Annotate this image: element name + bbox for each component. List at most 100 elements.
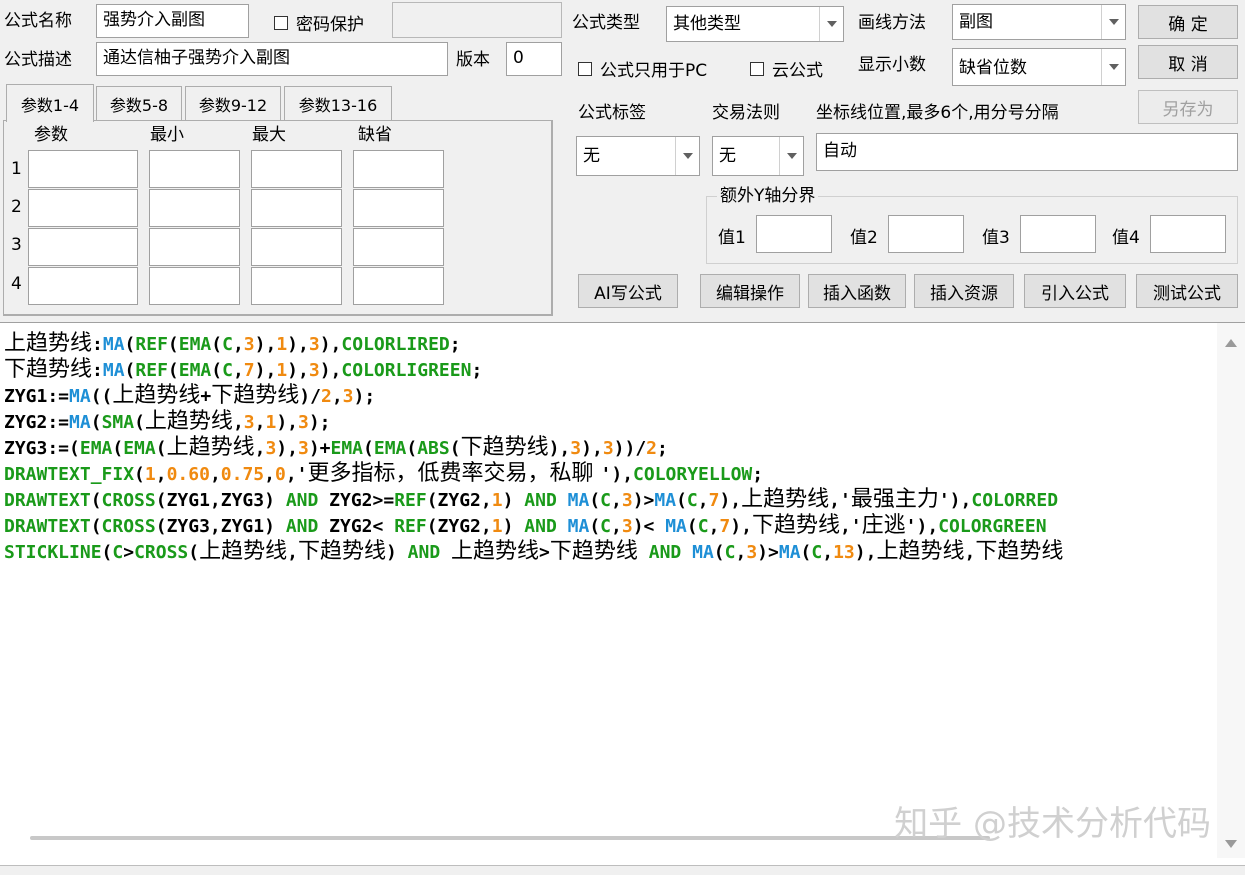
tab-params-1-4[interactable]: 参数1-4 — [6, 84, 94, 122]
code-token: MA — [654, 490, 677, 511]
scroll-down-icon[interactable] — [1225, 840, 1237, 848]
code-token: ( — [800, 542, 812, 563]
code-token: 0 — [274, 464, 286, 485]
param-4-max-input[interactable] — [251, 267, 342, 305]
param-3-name-input[interactable] — [28, 228, 138, 266]
code-line[interactable]: ZYG3:=(EMA(EMA(上趋势线,3),3)+EMA(EMA(ABS(下趋… — [4, 435, 1214, 461]
param-4-min-input[interactable] — [149, 267, 240, 305]
code-token: ZYG2, — [437, 516, 492, 537]
draw-method-select[interactable]: 副图 — [952, 4, 1126, 40]
code-token: ZYG1:= — [4, 386, 70, 407]
y-value-2-input[interactable] — [888, 215, 964, 253]
code-line[interactable]: STICKLINE(C>CROSS(上趋势线,下趋势线) AND 上趋势线>下趋… — [4, 539, 1214, 565]
param-4-name-input[interactable] — [28, 267, 138, 305]
param-3-max-input[interactable] — [251, 228, 342, 266]
code-token: ), — [276, 438, 298, 459]
code-token: + — [200, 386, 212, 407]
code-line[interactable]: ZYG2:=MA(SMA(上趋势线,3,1),3); — [4, 409, 1214, 435]
formula-type-dropdown-arrow[interactable] — [819, 7, 843, 41]
decimals-select[interactable]: 缺省位数 — [952, 48, 1126, 86]
decimals-dropdown-arrow[interactable] — [1101, 49, 1125, 85]
code-token: , — [254, 412, 266, 433]
cloud-checkbox-box[interactable] — [750, 61, 764, 76]
trade-rule-dropdown-arrow[interactable] — [779, 137, 803, 175]
code-line[interactable]: 下趋势线:MA(REF(EMA(C,7),1),3),COLORLIGREEN; — [4, 357, 1214, 383]
formula-tag-select[interactable]: 无 — [576, 136, 700, 176]
code-token: , — [964, 542, 976, 563]
y-value-4-input[interactable] — [1150, 215, 1226, 253]
pc-only-checkbox-box[interactable] — [578, 61, 592, 76]
code-token: SMA — [101, 412, 135, 433]
ai-write-formula-button[interactable]: AI写公式 — [578, 274, 678, 308]
param-1-min-input[interactable] — [149, 150, 240, 188]
code-token: 3 — [621, 516, 633, 537]
param-1-default-input[interactable] — [353, 150, 444, 188]
draw-method-value: 副图 — [959, 12, 993, 32]
code-token: 13 — [833, 542, 855, 563]
formula-type-select[interactable]: 其他类型 — [666, 6, 844, 42]
formula-name-input[interactable]: 强势介入副图 — [96, 4, 249, 38]
insert-function-button[interactable]: 插入函数 — [808, 274, 906, 308]
param-3-default-input[interactable] — [353, 228, 444, 266]
code-token: : — [92, 360, 103, 381]
formula-tag-dropdown-arrow[interactable] — [675, 137, 699, 175]
scroll-up-icon[interactable] — [1225, 339, 1237, 347]
code-token: C — [600, 490, 611, 511]
param-3-min-input[interactable] — [149, 228, 240, 266]
formula-desc-input[interactable]: 通达信柚子强势介入副图 — [96, 42, 448, 76]
password-input[interactable] — [392, 2, 562, 38]
code-line[interactable]: DRAWTEXT(CROSS(ZYG3,ZYG1) AND ZYG2< REF(… — [4, 513, 1214, 539]
param-2-name-input[interactable] — [28, 189, 138, 227]
horizontal-scroll-thumb[interactable] — [30, 836, 990, 840]
insert-resource-button[interactable]: 插入资源 — [914, 274, 1014, 308]
param-2-min-input[interactable] — [149, 189, 240, 227]
code-token: REF — [394, 490, 427, 511]
code-token: 庄逃 — [861, 513, 906, 538]
import-formula-button[interactable]: 引入公式 — [1024, 274, 1126, 308]
draw-method-dropdown-arrow[interactable] — [1101, 5, 1125, 39]
code-token: 1 — [144, 464, 156, 485]
code-line[interactable]: ZYG1:=MA((上趋势线+下趋势线)/2,3); — [4, 383, 1214, 409]
y-value-3-input[interactable] — [1020, 215, 1096, 253]
param-1-name-input[interactable] — [28, 150, 138, 188]
password-checkbox[interactable]: 密码保护 — [274, 10, 364, 35]
code-line[interactable]: DRAWTEXT(CROSS(ZYG1,ZYG3) AND ZYG2>=REF(… — [4, 487, 1214, 513]
cloud-checkbox[interactable]: 云公式 — [750, 56, 823, 81]
code-token: 3 — [746, 542, 758, 563]
code-token: ( — [406, 438, 418, 459]
ok-button[interactable]: 确 定 — [1138, 5, 1238, 39]
code-token: MA — [567, 516, 590, 537]
code-token: ) — [502, 490, 525, 511]
code-token: COLORYELLOW — [633, 464, 753, 485]
param-2-default-input[interactable] — [353, 189, 444, 227]
version-input[interactable]: 0 — [506, 42, 562, 76]
tab-params-13-16[interactable]: 参数13-16 — [284, 86, 392, 120]
param-2-max-input[interactable] — [251, 189, 342, 227]
param-1-max-input[interactable] — [251, 150, 342, 188]
code-token: EMA — [178, 360, 212, 381]
code-line[interactable]: 上趋势线:MA(REF(EMA(C,3),1),3),COLORLIRED; — [4, 331, 1214, 357]
password-checkbox-box[interactable] — [274, 15, 288, 30]
tab-params-5-8[interactable]: 参数5-8 — [96, 86, 182, 120]
code-token: C — [811, 542, 823, 563]
axis-position-input[interactable]: 自动 — [816, 133, 1238, 171]
code-token: 3 — [265, 438, 277, 459]
param-4-default-input[interactable] — [353, 267, 444, 305]
edit-operations-button[interactable]: 编辑操作 — [700, 274, 800, 308]
code-token: COLORGREEN — [938, 516, 1047, 537]
code-editor[interactable]: 上趋势线:MA(REF(EMA(C,3),1),3),COLORLIRED; 下趋… — [0, 322, 1245, 875]
code-text[interactable]: 上趋势线:MA(REF(EMA(C,3),1),3),COLORLIRED; 下趋… — [4, 331, 1214, 565]
code-token: AND — [285, 490, 319, 511]
code-line[interactable]: DRAWTEXT_FIX(1,0.60,0.75,0,'更多指标，低费率交易，私… — [4, 461, 1214, 487]
y-value-1-input[interactable] — [756, 215, 832, 253]
pc-only-checkbox[interactable]: 公式只用于PC — [578, 56, 707, 81]
save-as-button[interactable]: 另存为 — [1138, 90, 1238, 124]
param-row-number: 4 — [11, 274, 22, 294]
tab-params-9-12[interactable]: 参数9-12 — [185, 86, 281, 120]
cancel-button[interactable]: 取 消 — [1138, 45, 1238, 79]
test-formula-button[interactable]: 测试公式 — [1136, 274, 1238, 308]
trade-rule-select[interactable]: 无 — [712, 136, 804, 176]
cloud-checkbox-label: 云公式 — [772, 61, 823, 81]
vertical-scrollbar[interactable] — [1217, 323, 1245, 858]
